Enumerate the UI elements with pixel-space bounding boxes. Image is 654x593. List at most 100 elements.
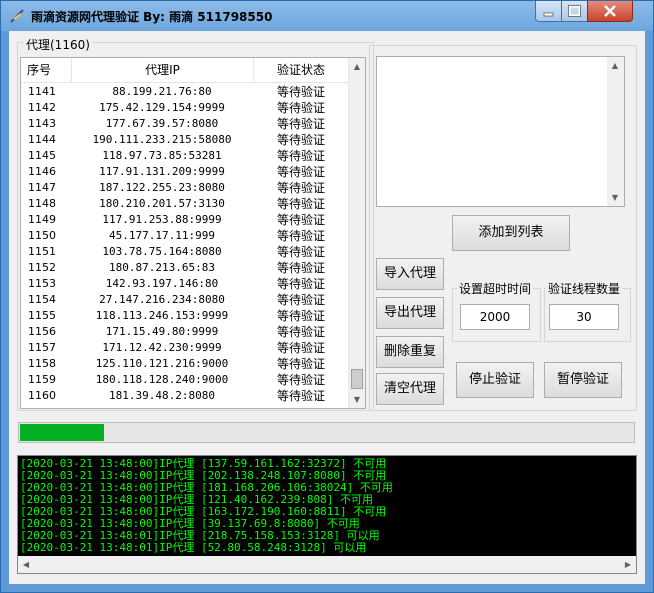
- list-header: 序号 代理IP 验证状态: [21, 58, 348, 83]
- table-row[interactable]: 1141 88.199.21.76:80 等待验证: [21, 84, 348, 100]
- log-scroll-right-icon[interactable]: ▶: [620, 556, 636, 573]
- row-index: 1153: [28, 277, 56, 290]
- table-row[interactable]: 1142 175.42.129.154:9999 等待验证: [21, 100, 348, 116]
- close-icon: [604, 5, 616, 17]
- close-button[interactable]: [587, 1, 633, 22]
- log-scroll-left-icon[interactable]: ◀: [18, 556, 34, 573]
- row-proxy-ip: 177.67.39.57:8080: [105, 117, 219, 130]
- table-row[interactable]: 1146 117.91.131.209:9999 等待验证: [21, 164, 348, 180]
- minimize-icon: [543, 12, 554, 17]
- row-index: 1143: [28, 117, 56, 130]
- list-scrollbar[interactable]: ▲ ▼: [348, 58, 365, 408]
- table-row[interactable]: 1148 180.210.201.57:3130 等待验证: [21, 196, 348, 212]
- table-row[interactable]: 1158 125.110.121.216:9000 等待验证: [21, 356, 348, 372]
- row-proxy-ip: 190.111.233.215:58080: [92, 133, 232, 146]
- row-status: 等待验证: [276, 229, 325, 243]
- row-status: 等待验证: [276, 373, 325, 387]
- scroll-thumb[interactable]: [351, 369, 363, 389]
- pause-verify-button[interactable]: 暂停验证: [544, 362, 622, 398]
- row-index: 1157: [28, 341, 56, 354]
- row-status: 等待验证: [276, 101, 325, 115]
- table-row[interactable]: 1150 45.177.17.11:999 等待验证: [21, 228, 348, 244]
- row-status: 等待验证: [276, 213, 325, 227]
- table-row[interactable]: 1157 171.12.42.230:9999 等待验证: [21, 340, 348, 356]
- title-bar[interactable]: 雨滴资源网代理验证 By: 雨滴 511798550: [1, 1, 653, 31]
- proxy-list[interactable]: 序号 代理IP 验证状态 1141 88.199.21.76:80 等待验证 1142…: [20, 57, 366, 409]
- row-proxy-ip: 175.42.129.154:9999: [99, 101, 225, 114]
- table-row[interactable]: 1159 180.118.128.240:9000 等待验证: [21, 372, 348, 388]
- remove-duplicates-button[interactable]: 删除重复: [376, 336, 444, 368]
- table-row[interactable]: 1149 117.91.253.88:9999 等待验证: [21, 212, 348, 228]
- row-proxy-ip: 171.12.42.230:9999: [102, 341, 222, 354]
- row-proxy-ip: 180.210.201.57:3130: [99, 197, 225, 210]
- progress-bar: [18, 422, 635, 443]
- table-row[interactable]: 1145 118.97.73.85:53281 等待验证: [21, 148, 348, 164]
- row-status: 等待验证: [276, 293, 325, 307]
- memo-scroll-down-icon[interactable]: ▼: [607, 189, 623, 206]
- table-row[interactable]: 1156 171.15.49.80:9999 等待验证: [21, 324, 348, 340]
- table-row[interactable]: 1152 180.87.213.65:83 等待验证: [21, 260, 348, 276]
- import-proxy-button[interactable]: 导入代理: [376, 258, 444, 290]
- row-proxy-ip: 118.97.73.85:53281: [102, 149, 222, 162]
- threads-input[interactable]: 30: [549, 304, 619, 330]
- row-index: 1145: [28, 149, 56, 162]
- minimize-button[interactable]: [535, 1, 562, 22]
- row-proxy-ip: 45.177.17.11:999: [109, 229, 215, 242]
- memo-scrollbar[interactable]: ▲ ▼: [607, 57, 624, 206]
- row-status: 等待验证: [276, 245, 325, 259]
- export-proxy-button[interactable]: 导出代理: [376, 297, 444, 329]
- stop-verify-button[interactable]: 停止验证: [456, 362, 534, 398]
- table-row[interactable]: 1144 190.111.233.215:58080 等待验证: [21, 132, 348, 148]
- row-status: 等待验证: [276, 181, 325, 195]
- table-row[interactable]: 1153 142.93.197.146:80 等待验证: [21, 276, 348, 292]
- scroll-up-icon[interactable]: ▲: [349, 58, 365, 75]
- memo-scroll-up-icon[interactable]: ▲: [607, 57, 623, 74]
- table-row[interactable]: 1143 177.67.39.57:8080 等待验证: [21, 116, 348, 132]
- scroll-down-icon[interactable]: ▼: [349, 391, 365, 408]
- row-index: 1151: [28, 245, 56, 258]
- timeout-label: 设置超时时间: [457, 280, 534, 297]
- row-index: 1160: [28, 389, 56, 402]
- col-header-status[interactable]: 验证状态: [254, 58, 348, 82]
- maximize-button[interactable]: [561, 1, 588, 22]
- row-status: 等待验证: [276, 325, 325, 339]
- row-index: 1159: [28, 373, 56, 386]
- table-row[interactable]: 1155 118.113.246.153:9999 等待验证: [21, 308, 348, 324]
- row-status: 等待验证: [276, 85, 325, 99]
- col-header-proxy-ip[interactable]: 代理IP: [72, 58, 254, 82]
- threads-label: 验证线程数量: [546, 280, 623, 297]
- row-index: 1148: [28, 197, 56, 210]
- row-index: 1152: [28, 261, 56, 274]
- row-status: 等待验证: [276, 149, 325, 163]
- row-index: 1141: [28, 85, 56, 98]
- table-row[interactable]: 1151 103.78.75.164:8080 等待验证: [21, 244, 348, 260]
- row-status: 等待验证: [276, 309, 325, 323]
- window-title: 雨滴资源网代理验证 By: 雨滴 511798550: [31, 10, 273, 24]
- add-to-list-button[interactable]: 添加到列表: [452, 215, 570, 251]
- clear-proxy-button[interactable]: 清空代理: [376, 373, 444, 405]
- row-index: 1149: [28, 213, 56, 226]
- table-row[interactable]: 1160 181.39.48.2:8080 等待验证: [21, 388, 348, 404]
- row-index: 1156: [28, 325, 56, 338]
- row-index: 1142: [28, 101, 56, 114]
- row-index: 1146: [28, 165, 56, 178]
- row-index: 1158: [28, 357, 56, 370]
- timeout-input[interactable]: 2000: [460, 304, 530, 330]
- proxy-input-memo[interactable]: ▲ ▼: [376, 56, 625, 207]
- row-index: 1150: [28, 229, 56, 242]
- log-line: [2020-03-21 13:48:01]IP代理 [52.80.58.248:…: [20, 541, 367, 554]
- col-header-index[interactable]: 序号: [21, 58, 72, 82]
- row-status: 等待验证: [276, 389, 325, 403]
- app-feather-icon: [10, 9, 24, 23]
- client-area: 代理(1160) 序号 代理IP 验证状态 1141 88.199.21.76:8…: [9, 31, 645, 584]
- row-proxy-ip: 181.39.48.2:8080: [109, 389, 215, 402]
- row-proxy-ip: 187.122.255.23:8080: [99, 181, 225, 194]
- main-window: 雨滴资源网代理验证 By: 雨滴 511798550 代理(1160) 序号 代…: [0, 0, 654, 593]
- table-row[interactable]: 1154 27.147.216.234:8080 等待验证: [21, 292, 348, 308]
- row-proxy-ip: 118.113.246.153:9999: [95, 309, 229, 322]
- log-console[interactable]: [2020-03-21 13:48:00]IP代理 [137.59.161.16…: [17, 455, 637, 574]
- table-row[interactable]: 1147 187.122.255.23:8080 等待验证: [21, 180, 348, 196]
- row-proxy-ip: 117.91.131.209:9999: [99, 165, 225, 178]
- row-proxy-ip: 142.93.197.146:80: [105, 277, 219, 290]
- log-scrollbar[interactable]: ◀ ▶: [18, 556, 636, 573]
